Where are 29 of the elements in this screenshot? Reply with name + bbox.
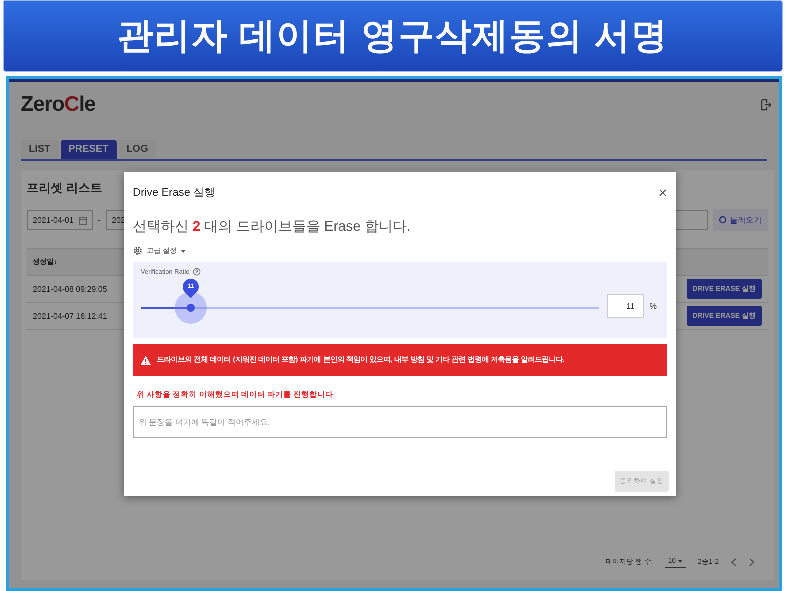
caret-icon: [678, 560, 683, 563]
logo: ZeroCle: [21, 93, 96, 117]
slider-thumb[interactable]: [175, 292, 208, 324]
next-page-icon[interactable]: [749, 558, 755, 566]
banner-title: 관리자 데이터 영구삭제동의 서명: [117, 14, 668, 58]
unit-label: %: [650, 302, 657, 310]
logout-icon[interactable]: [761, 99, 771, 111]
tab[interactable]: LOG: [118, 140, 156, 159]
table-cell: 2021-04-07 16:12:41: [33, 312, 108, 320]
previous-page-icon[interactable]: [731, 558, 737, 566]
refresh-icon: [719, 216, 727, 224]
dialog-message: 선택하신 2 대의 드라이브들을 Erase 합니다.: [133, 218, 411, 236]
date-field[interactable]: 2021-04-01: [27, 210, 93, 230]
close-icon[interactable]: [659, 188, 667, 196]
table-cell: 2021-04-08 09:29:05: [33, 284, 108, 294]
warning-icon: [141, 356, 151, 364]
load-button[interactable]: 불러오기: [713, 209, 768, 231]
date-separator: -: [98, 215, 101, 225]
gear-icon[interactable]: [133, 246, 143, 256]
section-title: 프리셋 리스트: [27, 180, 102, 197]
ratio-input[interactable]: 11: [606, 294, 644, 318]
tab[interactable]: PRESET: [60, 140, 117, 159]
calendar-icon[interactable]: [79, 216, 87, 224]
slider-track[interactable]: [141, 292, 599, 324]
tab[interactable]: LIST: [21, 140, 59, 159]
dialog-title: Drive Erase 실행: [133, 186, 216, 200]
caret-icon: [180, 250, 186, 252]
help-icon[interactable]: [192, 268, 201, 276]
confirm-input-field[interactable]: 위 문장을 여기에 똑같이 적어주세요.: [133, 406, 667, 438]
